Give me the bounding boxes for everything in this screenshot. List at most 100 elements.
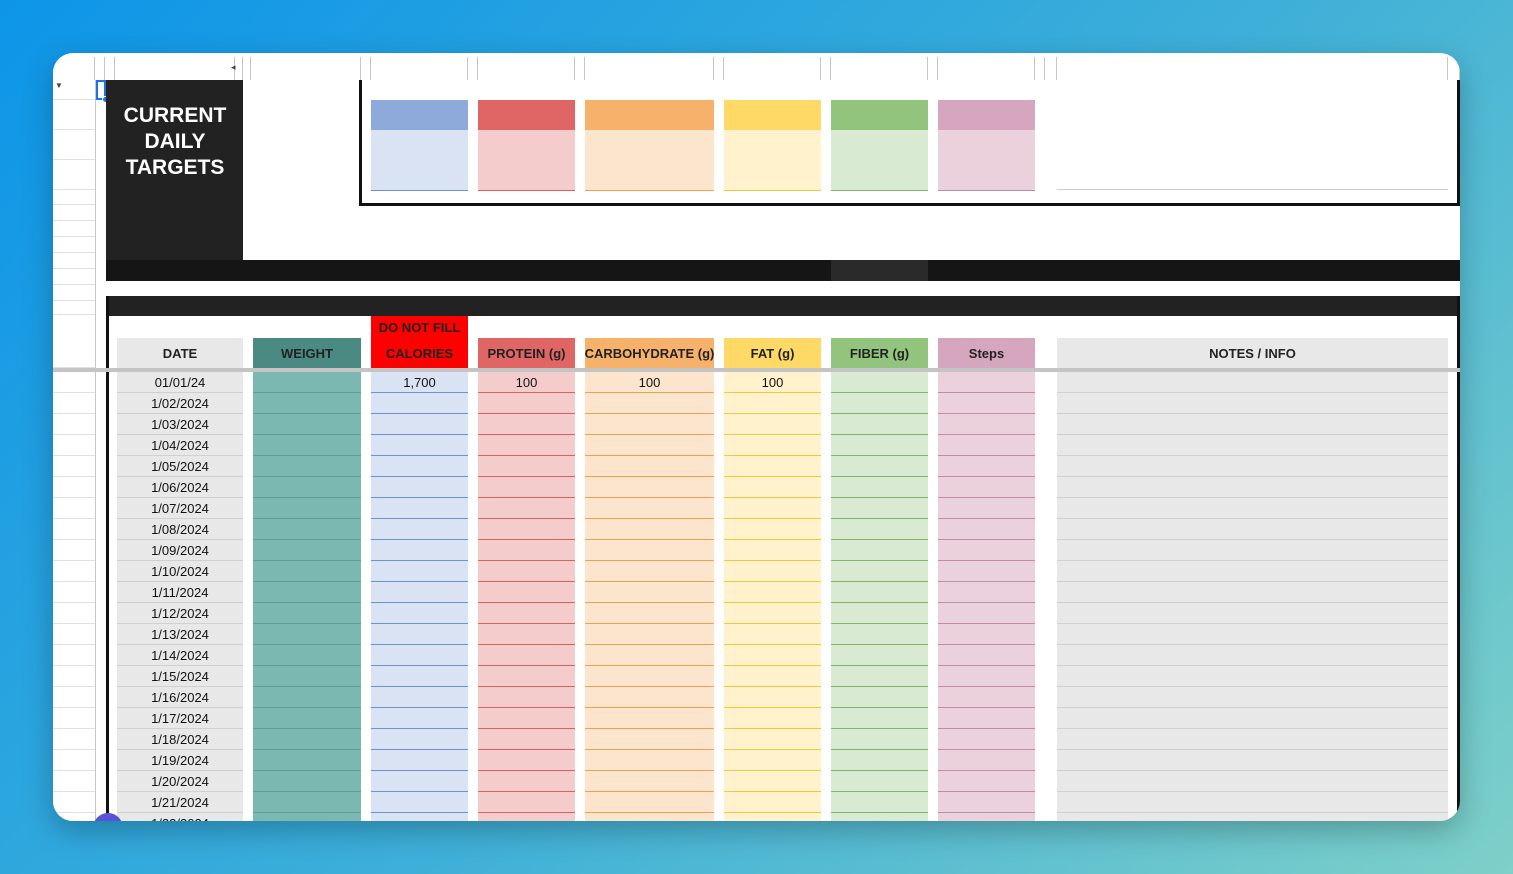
cell-notes[interactable]	[1057, 498, 1448, 519]
target-value-fat[interactable]	[724, 130, 821, 191]
cell-weight[interactable]	[253, 813, 361, 821]
cell-calories[interactable]	[371, 414, 468, 435]
cell-date[interactable]: 1/19/2024	[117, 750, 243, 771]
row-header-41[interactable]	[53, 813, 95, 821]
column-header-v[interactable]	[1448, 57, 1460, 80]
cell-protein[interactable]	[478, 435, 575, 456]
cell-date[interactable]: 1/13/2024	[117, 624, 243, 645]
cell-weight[interactable]	[253, 519, 361, 540]
cell-steps[interactable]	[938, 813, 1035, 821]
cell-carbs[interactable]	[585, 792, 714, 813]
row-header-27[interactable]	[53, 519, 95, 540]
cell-fiber[interactable]	[831, 519, 928, 540]
row-header-17[interactable]	[53, 285, 95, 301]
cell-calories[interactable]	[371, 645, 468, 666]
cell-carbs[interactable]	[585, 666, 714, 687]
cell-protein[interactable]	[478, 561, 575, 582]
row-header-33[interactable]	[53, 645, 95, 666]
row-header-24[interactable]	[53, 456, 95, 477]
cell-weight[interactable]	[253, 603, 361, 624]
cell-steps[interactable]	[938, 456, 1035, 477]
row-header-34[interactable]	[53, 666, 95, 687]
cell-protein[interactable]	[478, 498, 575, 519]
cell-notes[interactable]	[1057, 582, 1448, 603]
column-header-r[interactable]	[938, 57, 1035, 80]
column-header-t[interactable]	[1045, 57, 1057, 80]
cell-calories[interactable]	[371, 393, 468, 414]
cell-fiber[interactable]	[831, 666, 928, 687]
cell-carbs[interactable]	[585, 771, 714, 792]
cell-calories[interactable]	[371, 435, 468, 456]
cell-calories[interactable]	[371, 666, 468, 687]
cell-fat[interactable]	[724, 813, 821, 821]
cell-fat[interactable]	[724, 582, 821, 603]
row-header-38[interactable]	[53, 750, 95, 771]
cell-date[interactable]: 1/12/2024	[117, 603, 243, 624]
column-header-l[interactable]	[585, 57, 714, 80]
cell-fiber[interactable]	[831, 624, 928, 645]
cell-notes[interactable]	[1057, 561, 1448, 582]
cell-notes[interactable]	[1057, 456, 1448, 477]
cell-fat[interactable]	[724, 645, 821, 666]
row-header-13[interactable]	[53, 221, 95, 237]
cell-fat[interactable]	[724, 477, 821, 498]
cell-fat[interactable]	[724, 414, 821, 435]
cell-steps[interactable]	[938, 477, 1035, 498]
cell-calories[interactable]	[371, 624, 468, 645]
row-header-11[interactable]	[53, 190, 95, 205]
column-header-b[interactable]	[105, 57, 115, 80]
cell-carbs[interactable]	[585, 561, 714, 582]
cell-weight[interactable]	[253, 540, 361, 561]
cell-steps[interactable]	[938, 771, 1035, 792]
cell-fiber[interactable]	[831, 435, 928, 456]
row-header-21[interactable]	[53, 393, 95, 414]
cell-steps[interactable]	[938, 498, 1035, 519]
cell-carbs[interactable]	[585, 519, 714, 540]
cell-fiber[interactable]	[831, 393, 928, 414]
cell-weight[interactable]	[253, 666, 361, 687]
row-header-10[interactable]	[53, 160, 95, 190]
cell-carbs[interactable]	[585, 456, 714, 477]
cell-date[interactable]: 1/11/2024	[117, 582, 243, 603]
cell-fat[interactable]	[724, 519, 821, 540]
cell-fat[interactable]	[724, 393, 821, 414]
cell-steps[interactable]	[938, 414, 1035, 435]
cell-date[interactable]: 1/15/2024	[117, 666, 243, 687]
cell-calories[interactable]	[371, 750, 468, 771]
cell-fiber[interactable]	[831, 708, 928, 729]
cell-steps[interactable]	[938, 624, 1035, 645]
row-header-40[interactable]	[53, 792, 95, 813]
column-header-i[interactable]	[468, 57, 478, 80]
cell-fiber[interactable]	[831, 456, 928, 477]
cell-notes[interactable]	[1057, 792, 1448, 813]
cell-steps[interactable]	[938, 666, 1035, 687]
cell-notes[interactable]	[1057, 603, 1448, 624]
cell-fat[interactable]	[724, 708, 821, 729]
cell-date[interactable]: 1/07/2024	[117, 498, 243, 519]
cell-protein[interactable]	[478, 624, 575, 645]
cell-steps[interactable]	[938, 645, 1035, 666]
cell-steps[interactable]	[938, 687, 1035, 708]
cell-date[interactable]: 1/05/2024	[117, 456, 243, 477]
row-header-32[interactable]	[53, 624, 95, 645]
cell-date[interactable]: 1/03/2024	[117, 414, 243, 435]
cell-weight[interactable]	[253, 645, 361, 666]
cell-fat[interactable]	[724, 498, 821, 519]
cell-carbs[interactable]	[585, 729, 714, 750]
cell-date[interactable]: 1/16/2024	[117, 687, 243, 708]
column-header-m[interactable]	[714, 57, 724, 80]
row-header-14[interactable]	[53, 237, 95, 253]
cell-protein[interactable]	[478, 477, 575, 498]
cell-protein[interactable]	[478, 708, 575, 729]
cell-fat[interactable]	[724, 687, 821, 708]
cell-fat[interactable]: 100	[724, 372, 821, 393]
column-header-k[interactable]	[575, 57, 585, 80]
row-collapse-triangle-icon[interactable]: ▼	[55, 81, 63, 90]
cell-fiber[interactable]	[831, 603, 928, 624]
cell-fiber[interactable]	[831, 414, 928, 435]
cell-weight[interactable]	[253, 624, 361, 645]
cell-weight[interactable]	[253, 435, 361, 456]
row-header-9[interactable]	[53, 130, 95, 160]
cell-fiber[interactable]	[831, 561, 928, 582]
cell-carbs[interactable]	[585, 435, 714, 456]
